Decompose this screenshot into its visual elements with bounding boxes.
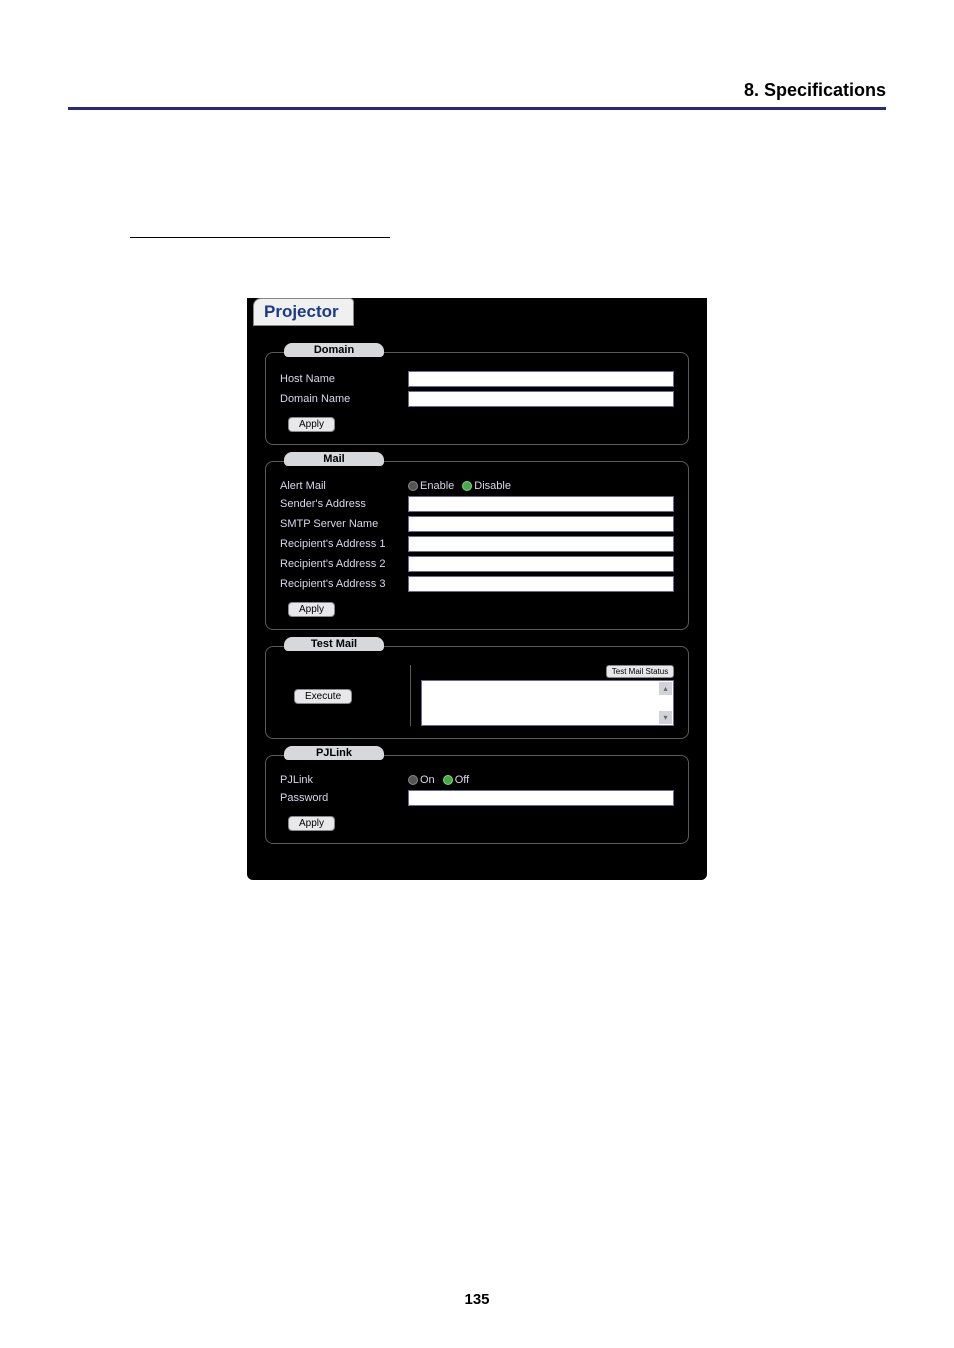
radio-icon (408, 775, 418, 785)
radio-icon (443, 775, 453, 785)
domain-apply-button[interactable]: Apply (288, 417, 335, 432)
password-label: Password (280, 792, 400, 804)
page-number: 135 (0, 1291, 954, 1308)
disable-label: Disable (474, 480, 511, 492)
host-name-label: Host Name (280, 373, 400, 385)
domain-name-input[interactable] (408, 391, 674, 407)
mail-legend: Mail (284, 452, 384, 466)
smtp-server-input[interactable] (408, 516, 674, 532)
recipient2-input[interactable] (408, 556, 674, 572)
recipient2-label: Recipient's Address 2 (280, 558, 400, 570)
vertical-divider (410, 665, 411, 726)
domain-legend: Domain (284, 343, 384, 357)
blank-underlined-heading (130, 220, 390, 238)
projector-body: Domain Host Name Domain Name Apply Mail (247, 326, 707, 850)
on-label: On (420, 774, 435, 786)
password-input[interactable] (408, 790, 674, 806)
test-mail-group: Test Mail Execute Test Mail Status ▴ ▾ (265, 646, 689, 739)
host-name-input[interactable] (408, 371, 674, 387)
test-mail-status-button[interactable]: Test Mail Status (606, 665, 674, 678)
pjlink-group: PJLink PJLink On Off Password Apply (265, 755, 689, 844)
screenshot-container: Projector Domain Host Name Domain Name A… (68, 298, 886, 880)
alert-mail-label: Alert Mail (280, 480, 400, 492)
alert-mail-disable-radio[interactable]: Disable (462, 480, 511, 492)
pjlink-legend: PJLink (284, 746, 384, 760)
radio-icon (408, 481, 418, 491)
projector-window: Projector Domain Host Name Domain Name A… (247, 298, 707, 880)
recipient3-input[interactable] (408, 576, 674, 592)
senders-address-label: Sender's Address (280, 498, 400, 510)
pjlink-label: PJLink (280, 774, 400, 786)
enable-label: Enable (420, 480, 454, 492)
domain-group: Domain Host Name Domain Name Apply (265, 352, 689, 445)
senders-address-input[interactable] (408, 496, 674, 512)
pjlink-apply-button[interactable]: Apply (288, 816, 335, 831)
projector-tab[interactable]: Projector (253, 298, 354, 326)
header-rule (68, 107, 886, 110)
mail-group: Mail Alert Mail Enable Disable Sender's … (265, 461, 689, 630)
execute-button[interactable]: Execute (294, 689, 352, 704)
pjlink-on-radio[interactable]: On (408, 774, 435, 786)
off-label: Off (455, 774, 469, 786)
section-header: 8. Specifications (68, 80, 886, 107)
pjlink-off-radio[interactable]: Off (443, 774, 469, 786)
recipient3-label: Recipient's Address 3 (280, 578, 400, 590)
mail-apply-button[interactable]: Apply (288, 602, 335, 617)
smtp-server-label: SMTP Server Name (280, 518, 400, 530)
test-mail-status-textarea[interactable]: ▴ ▾ (421, 680, 674, 726)
scroll-up-icon[interactable]: ▴ (659, 682, 672, 695)
recipient1-input[interactable] (408, 536, 674, 552)
test-mail-legend: Test Mail (284, 637, 384, 651)
radio-icon (462, 481, 472, 491)
recipient1-label: Recipient's Address 1 (280, 538, 400, 550)
scroll-down-icon[interactable]: ▾ (659, 711, 672, 724)
domain-name-label: Domain Name (280, 393, 400, 405)
alert-mail-enable-radio[interactable]: Enable (408, 480, 454, 492)
